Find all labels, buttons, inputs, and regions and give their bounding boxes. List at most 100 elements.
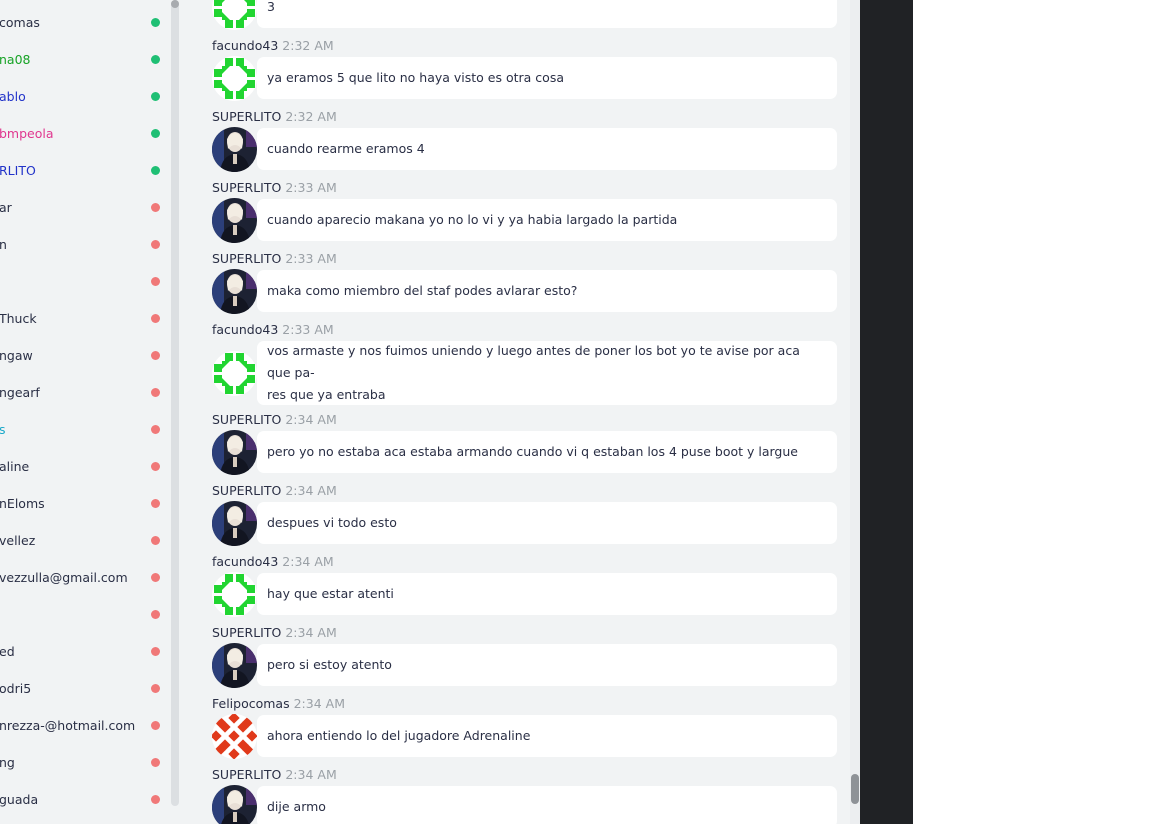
message-bubble: cuando aparecio makana yo no lo vi y ya …: [257, 199, 837, 241]
user-list-item[interactable]: aline: [0, 448, 170, 485]
message-timestamp: 2:34 AM: [285, 625, 337, 640]
message-header: facundo43 2:33 AM: [212, 322, 334, 338]
message-text: vos armaste y nos fuimos uniendo y luego…: [267, 343, 800, 380]
message-header: SUPERLITO 2:34 AM: [212, 412, 337, 428]
user-name: guada: [0, 792, 39, 807]
sidebar-scrollbar[interactable]: [171, 0, 179, 806]
user-list-item[interactable]: [0, 596, 170, 633]
user-name: comas: [0, 15, 40, 30]
user-name: ablo: [0, 89, 26, 104]
online-status-icon: [151, 129, 160, 138]
user-name: nrezza-@hotmail.com: [0, 718, 136, 733]
user-list-sidebar: comas na08 ablo bmpeola RLITO ar n Thuck ngaw nge…: [0, 0, 200, 824]
user-avatar-photo[interactable]: [212, 197, 257, 243]
message-bubble: despues vi todo esto: [257, 502, 837, 544]
user-list-item[interactable]: guada: [0, 781, 170, 818]
message-text: pero yo no estaba aca estaba armando cua…: [267, 444, 798, 459]
offline-status-icon: [151, 462, 160, 471]
offline-status-icon: [151, 647, 160, 656]
message-author[interactable]: Felipocomas: [212, 696, 290, 711]
user-list-item[interactable]: ngearf: [0, 374, 170, 411]
message-header: Felipocomas 2:34 AM: [212, 696, 345, 712]
message-author[interactable]: SUPERLITO: [212, 412, 281, 427]
message-header: SUPERLITO 2:34 AM: [212, 483, 337, 499]
message-timestamp: 2:33 AM: [285, 180, 337, 195]
message-text: maka como miembro del staf podes avlarar…: [267, 283, 578, 298]
user-list-item[interactable]: vezzulla@gmail.com: [0, 559, 170, 596]
message-author[interactable]: SUPERLITO: [212, 625, 281, 640]
user-list-item[interactable]: ablo: [0, 78, 170, 115]
offline-status-icon: [151, 573, 160, 582]
chat-scrollbar-thumb[interactable]: [851, 774, 859, 804]
message-author[interactable]: SUPERLITO: [212, 180, 281, 195]
message-author[interactable]: SUPERLITO: [212, 483, 281, 498]
user-name: s: [0, 422, 6, 437]
message-author[interactable]: SUPERLITO: [212, 767, 281, 782]
message-header: SUPERLITO 2:34 AM: [212, 767, 337, 783]
message-bubble: ya eramos 5 que lito no haya visto es ot…: [257, 57, 837, 99]
user-name: Thuck: [0, 311, 37, 326]
user-avatar-green-pattern-icon[interactable]: [212, 350, 257, 396]
offline-status-icon: [151, 758, 160, 767]
user-name: bmpeola: [0, 126, 54, 141]
user-list-item[interactable]: ar: [0, 189, 170, 226]
message-header: facundo43 2:34 AM: [212, 554, 334, 570]
message-bubble: cuando rearme eramos 4: [257, 128, 837, 170]
message-bubble: dije armo: [257, 786, 837, 824]
sidebar-scrollbar-thumb[interactable]: [171, 0, 179, 8]
user-avatar-photo[interactable]: [212, 642, 257, 688]
message-timestamp: 2:34 AM: [282, 554, 334, 569]
online-status-icon: [151, 55, 160, 64]
user-list-item[interactable]: s: [0, 411, 170, 448]
message-author[interactable]: SUPERLITO: [212, 251, 281, 266]
message-bubble: pero si estoy atento: [257, 644, 837, 686]
user-avatar-photo[interactable]: [212, 500, 257, 546]
message-author[interactable]: facundo43: [212, 38, 278, 53]
message-text: hay que estar atenti: [267, 586, 394, 601]
message-timestamp: 2:33 AM: [285, 251, 337, 266]
user-list-item[interactable]: vellez: [0, 522, 170, 559]
user-avatar-photo[interactable]: [212, 268, 257, 314]
message-timestamp: 2:34 AM: [285, 483, 337, 498]
user-avatar-green-pattern-icon[interactable]: [212, 0, 257, 30]
user-list-item[interactable]: na08: [0, 41, 170, 78]
user-name: ed: [0, 644, 15, 659]
message-author[interactable]: facundo43: [212, 554, 278, 569]
user-list-item[interactable]: odri5: [0, 670, 170, 707]
user-list-item[interactable]: comas: [0, 4, 170, 41]
message-text: 3: [267, 0, 275, 14]
user-name: vellez: [0, 533, 36, 548]
offline-status-icon: [151, 721, 160, 730]
user-list-item[interactable]: RLITO: [0, 152, 170, 189]
user-list-item[interactable]: ngaw: [0, 337, 170, 374]
offline-status-icon: [151, 388, 160, 397]
message-text: pero si estoy atento: [267, 657, 392, 672]
message-bubble: maka como miembro del staf podes avlarar…: [257, 270, 837, 312]
user-list-item[interactable]: n: [0, 226, 170, 263]
user-list-item[interactable]: Thuck: [0, 300, 170, 337]
offline-status-icon: [151, 240, 160, 249]
user-avatar-green-pattern-icon[interactable]: [212, 571, 257, 617]
user-avatar-photo[interactable]: [212, 126, 257, 172]
user-list-item[interactable]: bmpeola: [0, 115, 170, 152]
user-name: ng: [0, 755, 15, 770]
user-avatar-photo[interactable]: [212, 429, 257, 475]
chat-scrollbar[interactable]: [850, 0, 860, 824]
user-avatar-red-pattern-icon[interactable]: [212, 713, 257, 759]
message-author[interactable]: SUPERLITO: [212, 109, 281, 124]
message-text-continued: res que ya entraba: [267, 387, 386, 402]
user-avatar-green-pattern-icon[interactable]: [212, 55, 257, 101]
message-timestamp: 2:33 AM: [282, 322, 334, 337]
user-avatar-photo[interactable]: [212, 784, 257, 824]
user-list-item[interactable]: nrezza-@hotmail.com: [0, 707, 170, 744]
user-name: aline: [0, 459, 30, 474]
user-list-item[interactable]: [0, 263, 170, 300]
message-author[interactable]: facundo43: [212, 322, 278, 337]
message-text: ahora entiendo lo del jugadore Adrenalin…: [267, 728, 531, 743]
user-name: vezzulla@gmail.com: [0, 570, 128, 585]
user-list-item[interactable]: ed: [0, 633, 170, 670]
message-bubble: hay que estar atenti: [257, 573, 837, 615]
user-name: ngaw: [0, 348, 33, 363]
user-list-item[interactable]: ng: [0, 744, 170, 781]
user-list-item[interactable]: nEloms: [0, 485, 170, 522]
